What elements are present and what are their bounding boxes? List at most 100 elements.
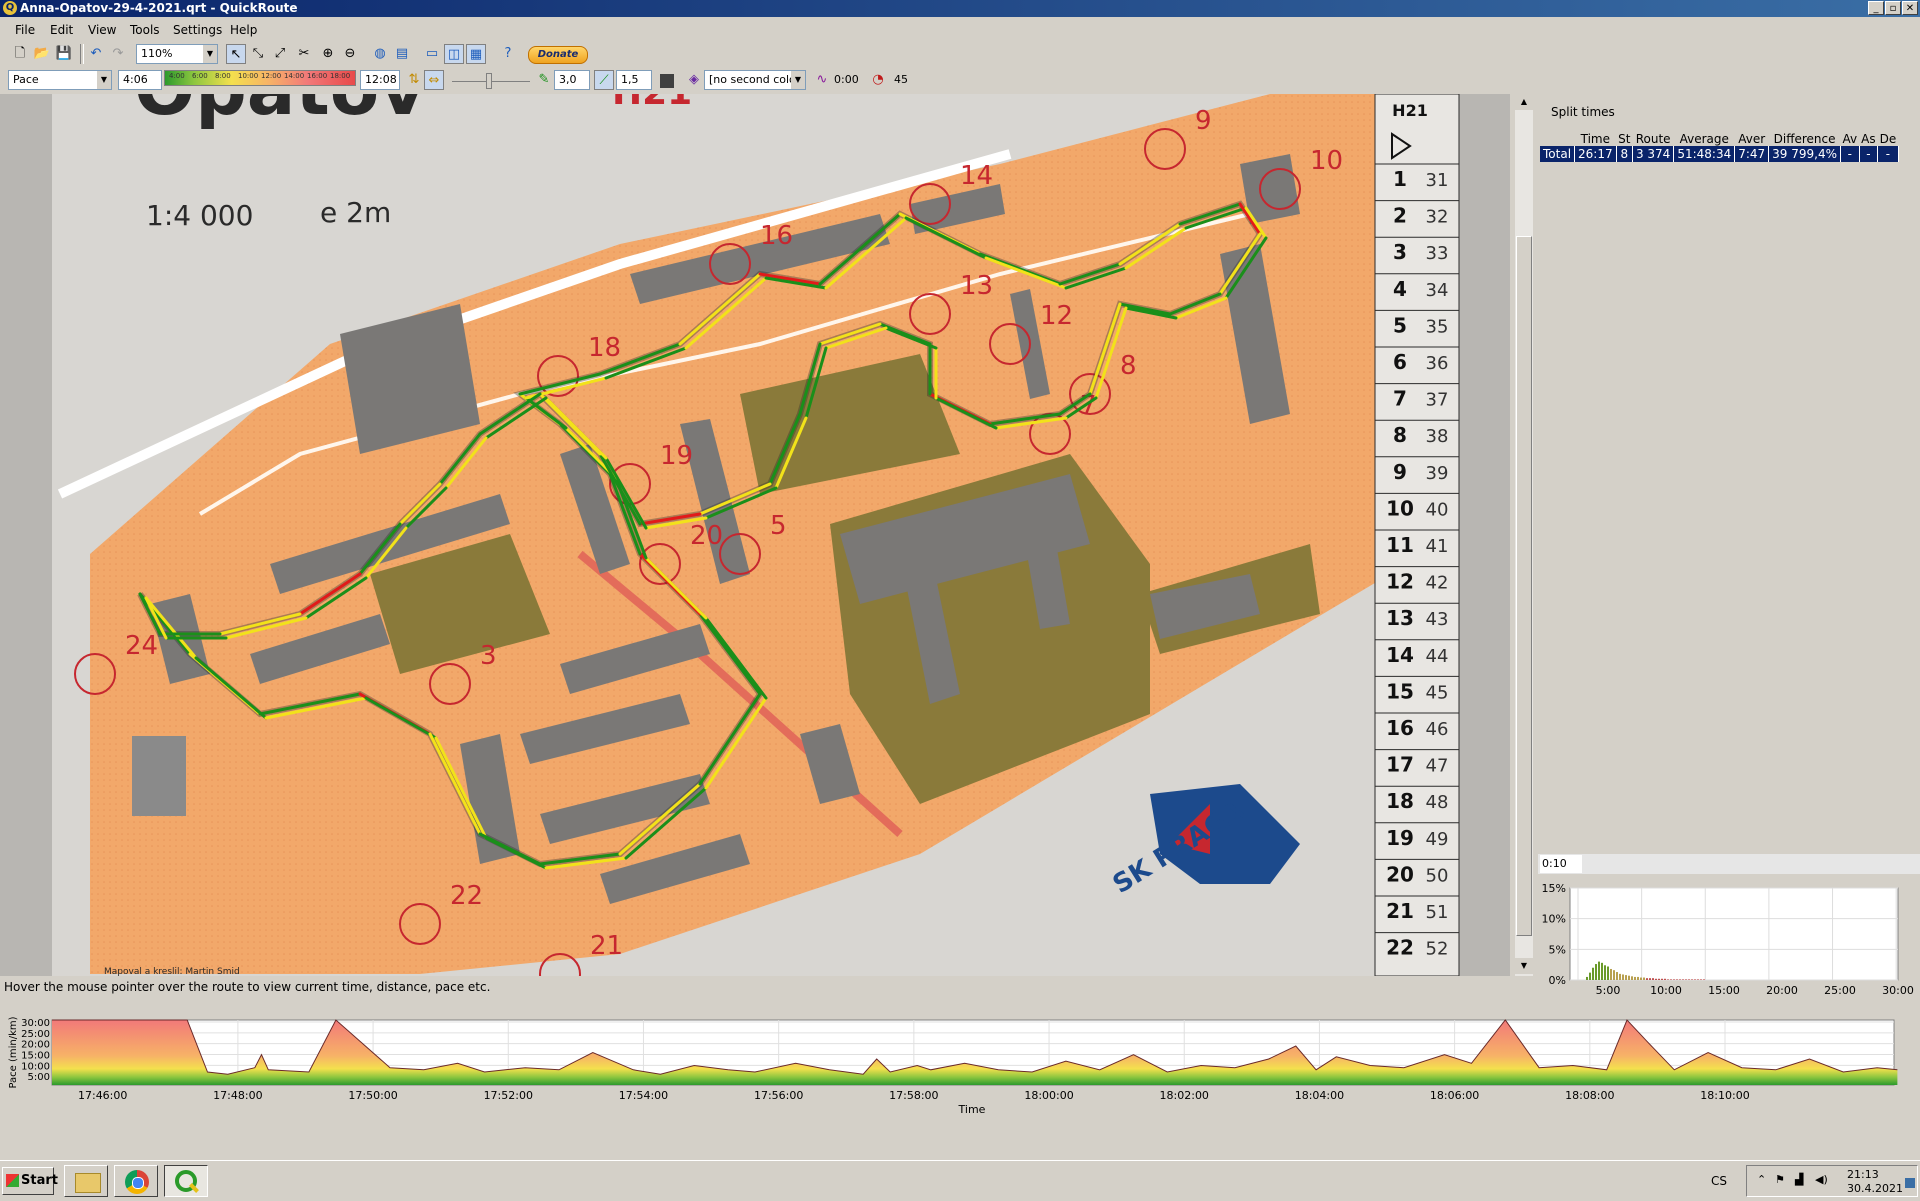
chevron-down-icon[interactable]: ▼	[791, 71, 805, 89]
col-av[interactable]: Av	[1841, 132, 1860, 146]
chevron-down-icon[interactable]: ▼	[203, 45, 217, 63]
split-times-table[interactable]: Time St Route Average Aver Difference Av…	[1540, 132, 1899, 162]
explorer-icon[interactable]	[64, 1165, 108, 1197]
col-average[interactable]: Average	[1674, 132, 1735, 146]
chrome-icon[interactable]	[114, 1165, 158, 1197]
col-aver[interactable]: Aver	[1735, 132, 1769, 146]
language-indicator[interactable]: CS	[1711, 1174, 1727, 1188]
clock-date[interactable]: 30.4.2021	[1847, 1182, 1903, 1195]
menu-file[interactable]: File	[15, 23, 35, 37]
range-min-field[interactable]: 4:06	[118, 70, 162, 90]
transparency-slider-thumb[interactable]	[486, 73, 492, 89]
line-width-icon[interactable]: ✎	[534, 70, 554, 90]
help-icon[interactable]: ?	[498, 44, 518, 64]
legend-control-code: 52	[1426, 939, 1449, 960]
line-width-field[interactable]: 3,0	[554, 70, 590, 90]
donate-button[interactable]: Donate	[528, 46, 588, 64]
pointer-tool-icon[interactable]: ↖	[226, 44, 246, 64]
color-range-lock-icon[interactable]: ⇅	[404, 70, 424, 90]
save-icon[interactable]: 💾	[54, 44, 74, 64]
undo-icon[interactable]: ↶	[86, 44, 106, 64]
close-button[interactable]: ✕	[1902, 1, 1918, 15]
map-vertical-scrollbar[interactable]: ▲ ▼	[1515, 94, 1533, 976]
minimize-button[interactable]: _	[1868, 1, 1884, 15]
graph-x-label: Time	[958, 1103, 986, 1116]
col-de[interactable]: De	[1878, 132, 1899, 146]
network-icon[interactable]: ▟	[1795, 1173, 1803, 1186]
flag-icon[interactable]: ⚑	[1775, 1173, 1785, 1186]
color-range-auto-icon[interactable]: ⇔	[424, 70, 444, 90]
histogram-bar	[1655, 978, 1657, 980]
orienteering-map[interactable]: Opatov H21 1:4 000 e 2m Mapoval a kresli…	[0, 94, 1510, 976]
pace-graph-panel[interactable]: 30:00 25:00 20:00 15:00 10:00 5:00 17:46:00 17:…	[0, 1000, 1920, 1118]
properties-icon[interactable]: ▤	[392, 44, 412, 64]
covered-start-area	[132, 736, 186, 816]
time-offset-value[interactable]: 0:00	[834, 70, 859, 90]
map-canvas[interactable]: Opatov H21 1:4 000 e 2m Mapoval a kresli…	[0, 94, 1510, 976]
histogram-bar	[1697, 979, 1699, 980]
menu-view[interactable]: View	[88, 23, 116, 37]
menu-tools[interactable]: Tools	[130, 23, 160, 37]
layout-single-icon[interactable]: ▭	[422, 44, 442, 64]
mask-width-field[interactable]: 1,5	[616, 70, 652, 90]
open-file-icon[interactable]: 📂	[32, 44, 52, 64]
col-time[interactable]: Time	[1575, 132, 1617, 146]
mask-color-swatch[interactable]	[660, 74, 674, 88]
col-as[interactable]: As	[1859, 132, 1877, 146]
show-hidden-icons-icon[interactable]: ⌃	[1757, 1173, 1766, 1186]
layout-split-icon[interactable]: ◫	[444, 44, 464, 64]
mask-icon[interactable]: ⟋	[594, 70, 614, 90]
zoom-combo[interactable]: 110% ▼	[136, 44, 218, 64]
table-cell: 51:48:34	[1673, 146, 1736, 162]
histogram-bar	[1691, 979, 1693, 980]
table-cell: -	[1877, 146, 1899, 162]
col-st[interactable]: St	[1616, 132, 1632, 146]
new-file-icon[interactable]: 🗋	[10, 44, 30, 64]
legend-control-code: 35	[1426, 316, 1449, 337]
second-color-icon[interactable]: ◈	[684, 70, 704, 90]
legend-control-number: 19	[1386, 826, 1414, 850]
legend-control-number: 2	[1393, 204, 1407, 228]
layout-full-icon[interactable]: ▦	[466, 44, 486, 64]
second-color-combo[interactable]: [no second color ▼	[704, 70, 806, 90]
row-label: Total	[1540, 146, 1576, 162]
show-desktop-icon[interactable]	[1905, 1178, 1915, 1188]
clock-time[interactable]: 21:13	[1847, 1168, 1879, 1181]
pace-color-scale[interactable]: 4:00 6:00 8:00 10:00 12:00 14:00 16:00 18:00	[164, 70, 356, 86]
col-difference[interactable]: Difference	[1769, 132, 1841, 146]
graph-x-tick: 18:04:00	[1295, 1089, 1344, 1102]
histogram-bar	[1658, 978, 1660, 980]
quickroute-icon[interactable]	[164, 1165, 208, 1197]
col-route[interactable]: Route	[1632, 132, 1673, 146]
adjust-route-icon[interactable]: ⤡	[248, 44, 268, 64]
menu-edit[interactable]: Edit	[50, 23, 73, 37]
pace-graph[interactable]: 30:0025:0020:0015:0010:005:00 17:46:00 17:…	[0, 1000, 1920, 1118]
color-mode-combo[interactable]: Pace ▼	[8, 70, 112, 90]
time-offset-icon[interactable]: ∿	[812, 70, 832, 90]
redo-icon[interactable]: ↷	[108, 44, 128, 64]
table-row[interactable]: Total 26:17 8 3 374 51:48:34 7:47 39 799…	[1540, 146, 1899, 162]
smoothing-icon[interactable]: ◔	[868, 70, 888, 90]
scroll-down-icon[interactable]: ▼	[1515, 958, 1533, 974]
maximize-button[interactable]: ▫	[1885, 1, 1901, 15]
scroll-thumb[interactable]	[1516, 236, 1532, 936]
volume-icon[interactable]: ◀)	[1815, 1173, 1828, 1186]
cut-icon[interactable]: ✂	[294, 44, 314, 64]
chevron-down-icon[interactable]: ▼	[97, 71, 111, 89]
legend-control-code: 36	[1426, 353, 1449, 374]
start-button[interactable]: Start	[2, 1167, 58, 1195]
globe-icon[interactable]: ◍	[370, 44, 390, 64]
adjust-route-2-icon[interactable]: ⤢	[270, 44, 290, 64]
graph-y-tick: 25:00	[21, 1029, 50, 1040]
histogram-y-tick: 10%	[1542, 913, 1566, 926]
menu-settings[interactable]: Settings	[173, 23, 222, 37]
table-cell: 39 799,4%	[1768, 146, 1842, 162]
zoom-in-icon[interactable]: ⊕	[318, 44, 338, 64]
legend-control-number: 15	[1386, 679, 1414, 703]
range-max-field[interactable]: 12:08	[360, 70, 400, 90]
zoom-out-icon[interactable]: ⊖	[340, 44, 360, 64]
menu-help[interactable]: Help	[230, 23, 257, 37]
scroll-up-icon[interactable]: ▲	[1515, 94, 1533, 110]
smoothing-value[interactable]: 45	[894, 70, 908, 90]
split-header-row: Time St Route Average Aver Difference Av…	[1540, 132, 1898, 146]
